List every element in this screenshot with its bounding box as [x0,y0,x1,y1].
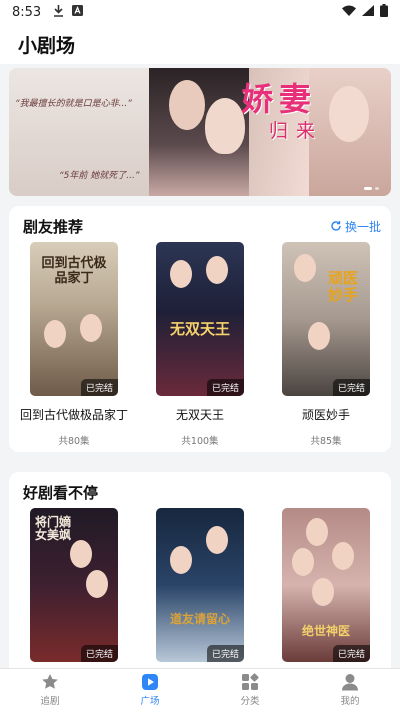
tab-follow[interactable]: 追剧 [0,669,100,710]
download-icon [53,4,64,20]
tab-category[interactable]: 分类 [200,669,300,710]
banner-pagination [364,187,379,190]
tab-label: 广场 [140,695,160,707]
section-binge: 好剧看不停 将门嫡女美飒 已完结 道友请留心 已完结 绝世神医 已完结 [9,472,391,668]
refresh-button[interactable]: 换一批 [330,218,381,235]
episode-count: 共100集 [181,436,219,447]
banner-title: 娇妻 [241,80,318,118]
drama-card[interactable]: 将门嫡女美飒 已完结 [19,508,129,662]
section-title: 剧友推荐 [23,217,84,236]
drama-title: 回到古代做极品家丁 [19,408,128,422]
tab-profile[interactable]: 我的 [300,669,400,710]
status-badge: 已完结 [332,379,370,396]
status-badge: 已完结 [332,645,370,662]
status-badge: 已完结 [206,379,244,396]
status-badge: 已完结 [80,645,118,662]
bottom-tab-bar: 追剧 广场 分类 我的 [0,668,400,710]
drama-poster: 将门嫡女美飒 已完结 [30,508,118,662]
banner-quote: “5年前 她就死了...” [59,171,140,181]
status-bar: 8:53 [0,0,400,24]
user-icon [342,673,358,690]
banner-subtitle: 归来 [269,120,324,142]
drama-poster: 道友请留心 已完结 [156,508,244,662]
wifi-icon [342,5,356,20]
drama-card[interactable]: 回到古代极品家丁 已完结 回到古代做极品家丁 共80集 [19,242,129,447]
status-badge: 已完结 [206,645,244,662]
tab-label: 我的 [340,695,360,707]
star-icon [42,673,58,689]
main-content[interactable]: “我最擅长的就是口是心非...” “5年前 她就死了...” 娇妻 归来 剧友推… [0,64,400,668]
featured-banner[interactable]: “我最擅长的就是口是心非...” “5年前 她就死了...” 娇妻 归来 [9,68,391,196]
section-title: 好剧看不停 [23,483,99,502]
tab-plaza[interactable]: 广场 [100,669,200,710]
drama-poster: 无双天王 已完结 [156,242,244,396]
drama-card[interactable]: 无双天王 已完结 无双天王 共100集 [145,242,255,447]
battery-icon [380,3,388,21]
play-icon [142,673,158,690]
drama-poster: 回到古代极品家丁 已完结 [30,242,118,396]
drama-title: 顽医妙手 [301,408,350,422]
page-title: 小剧场 [18,34,76,57]
drama-card[interactable]: 道友请留心 已完结 [145,508,255,662]
app-bar: 小剧场 [0,24,400,64]
drama-card[interactable]: 绝世神医 已完结 [271,508,381,662]
drama-poster: 绝世神医 已完结 [282,508,370,662]
drama-poster: 顽医妙手 已完结 [282,242,370,396]
signal-icon [362,4,374,20]
drama-title: 无双天王 [175,408,224,422]
episode-count: 共85集 [310,436,342,447]
tab-label: 追剧 [40,695,60,707]
refresh-icon [331,221,341,231]
banner-quote: “我最擅长的就是口是心非...” [15,99,132,109]
app-notification-icon [72,5,84,19]
refresh-label: 换一批 [344,219,381,234]
grid-icon [242,672,259,690]
status-time: 8:53 [12,4,42,20]
status-badge: 已完结 [80,379,118,396]
section-recommend: 剧友推荐 换一批 回到古代极品家丁 已完结 回到古代做极品家丁 共80集 无双天… [9,206,391,452]
tab-label: 分类 [240,695,260,707]
drama-card[interactable]: 顽医妙手 已完结 顽医妙手 共85集 [271,242,381,447]
episode-count: 共80集 [58,436,90,447]
